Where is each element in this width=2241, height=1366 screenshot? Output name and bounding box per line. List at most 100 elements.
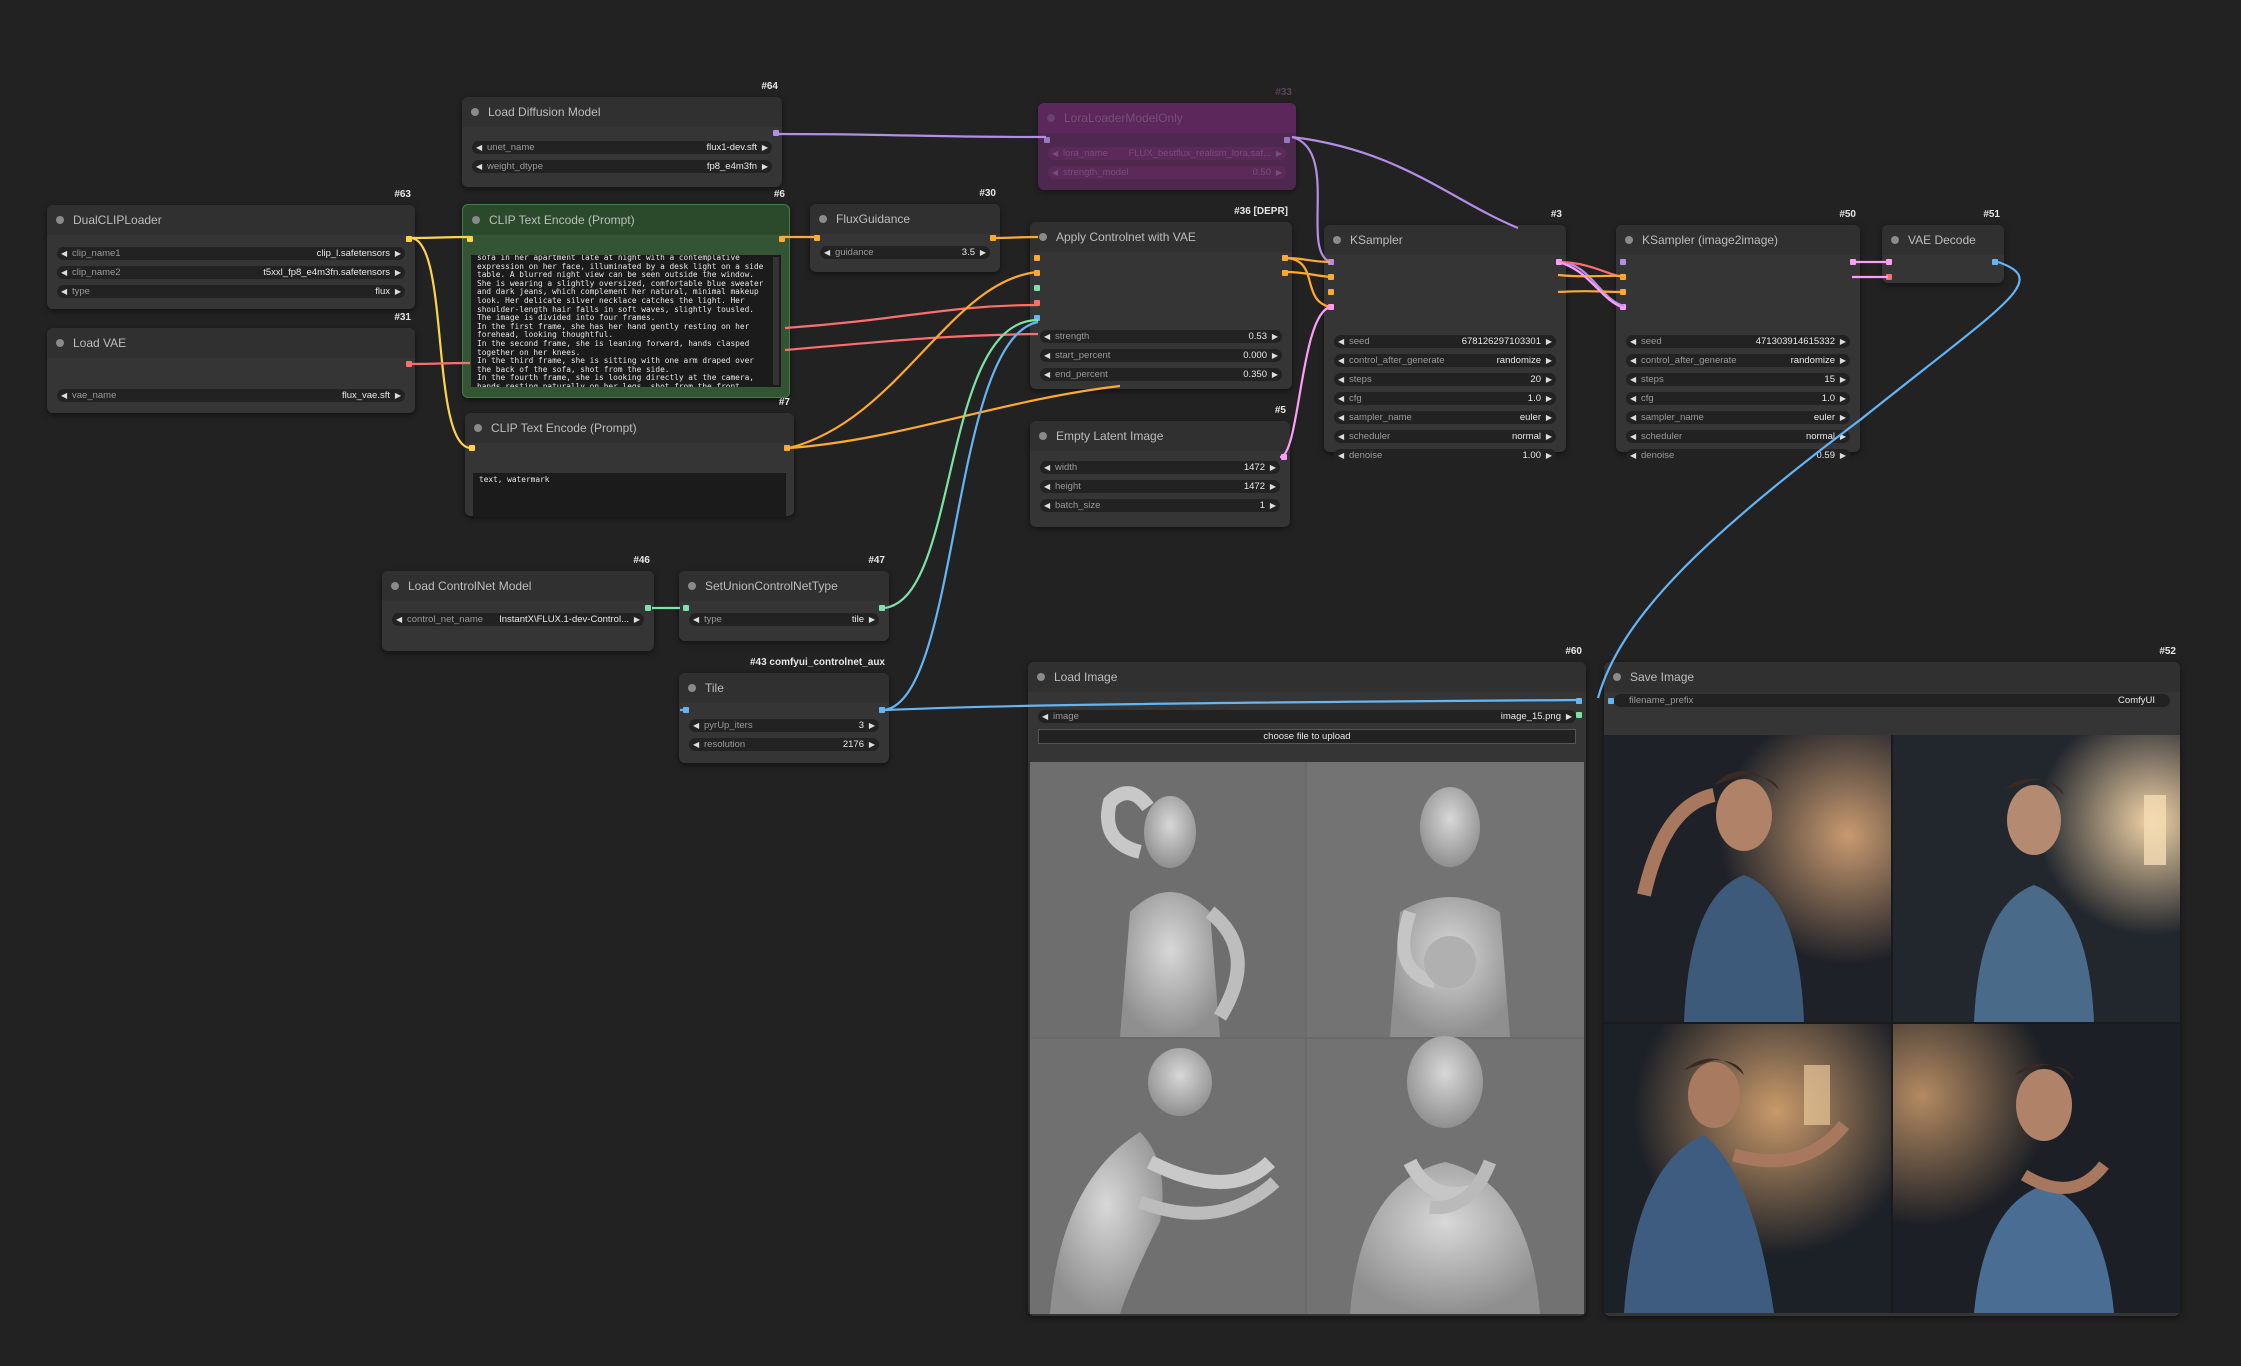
arrow-left-icon[interactable]: ◀ — [824, 246, 830, 259]
arrow-left-icon[interactable]: ◀ — [1042, 710, 1048, 723]
collapse-dot-icon[interactable] — [688, 582, 696, 590]
samples-input-port[interactable] — [1886, 259, 1892, 265]
arrow-right-icon[interactable]: ▶ — [762, 160, 768, 173]
widget-denoise[interactable]: ◀ denoise 0.59 ▶ — [1626, 449, 1850, 462]
widget-clip-name1[interactable]: ◀ clip_name1 clip_l.safetensors ▶ — [57, 247, 405, 260]
widget-steps[interactable]: ◀ steps 20 ▶ — [1334, 373, 1556, 386]
node-title[interactable]: Load Image — [1028, 662, 1586, 692]
collapse-dot-icon[interactable] — [474, 424, 482, 432]
controlnet-output-port[interactable] — [879, 605, 885, 611]
arrow-right-icon[interactable]: ▶ — [395, 285, 401, 298]
conditioning-input-port[interactable] — [814, 235, 820, 241]
node-empty-latent-image[interactable]: #5 Empty Latent Image ◀ width 1472 ▶ ◀ heigh… — [1030, 405, 1290, 527]
node-flux-guidance[interactable]: #30 FluxGuidance ◀ guidance 3.5 ▶ — [810, 188, 1000, 272]
latent-input-port[interactable] — [1328, 304, 1334, 310]
arrow-left-icon[interactable]: ◀ — [1338, 354, 1344, 367]
collapse-dot-icon[interactable] — [1039, 233, 1047, 241]
latent-input-port[interactable] — [1620, 304, 1626, 310]
node-load-diffusion-model[interactable]: #64 Load Diffusion Model ◀ unet_name flux1… — [462, 81, 782, 187]
image-output-port[interactable] — [1576, 698, 1582, 704]
arrow-right-icon[interactable]: ▶ — [1840, 392, 1846, 405]
node-title[interactable]: KSampler — [1324, 225, 1566, 255]
node-title[interactable]: Load ControlNet Model — [382, 571, 654, 601]
latent-output-port[interactable] — [1281, 454, 1287, 460]
node-title[interactable]: FluxGuidance — [810, 204, 1000, 234]
clip-input-port[interactable] — [467, 236, 473, 242]
node-title[interactable]: CLIP Text Encode (Prompt) — [465, 413, 794, 443]
node-set-union-controlnet-type[interactable]: #47 SetUnionControlNetType ◀ type tile ▶ — [679, 555, 889, 641]
widget-filename-prefix[interactable]: filename_prefix ComfyUI — [1614, 694, 2170, 707]
arrow-right-icon[interactable]: ▶ — [980, 246, 986, 259]
arrow-left-icon[interactable]: ◀ — [1630, 411, 1636, 424]
arrow-right-icon[interactable]: ▶ — [634, 613, 640, 626]
conditioning-output-port[interactable] — [779, 236, 785, 242]
widget-seed[interactable]: ◀ seed 471303914615332 ▶ — [1626, 335, 1850, 348]
collapse-dot-icon[interactable] — [1613, 673, 1621, 681]
positive-input-port[interactable] — [1328, 274, 1334, 280]
arrow-left-icon[interactable]: ◀ — [1630, 392, 1636, 405]
arrow-left-icon[interactable]: ◀ — [1630, 354, 1636, 367]
arrow-left-icon[interactable]: ◀ — [1044, 499, 1050, 512]
textarea-scrollbar[interactable] — [773, 257, 779, 385]
widget-lora-name[interactable]: ◀ lora_name FLUX_bestflux_realism_lora.saf… — [1048, 147, 1286, 160]
widget-type[interactable]: ◀ type flux ▶ — [57, 285, 405, 298]
negative-input-port[interactable] — [1328, 289, 1334, 295]
arrow-right-icon[interactable]: ▶ — [1270, 461, 1276, 474]
arrow-left-icon[interactable]: ◀ — [1338, 373, 1344, 386]
control-net-input-port[interactable] — [1034, 285, 1040, 291]
collapse-dot-icon[interactable] — [819, 215, 827, 223]
arrow-left-icon[interactable]: ◀ — [1630, 335, 1636, 348]
arrow-right-icon[interactable]: ▶ — [1276, 147, 1282, 160]
node-title[interactable]: VAE Decode — [1882, 225, 2004, 255]
arrow-right-icon[interactable]: ▶ — [1546, 392, 1552, 405]
widget-batch-size[interactable]: ◀ batch_size 1 ▶ — [1040, 499, 1280, 512]
node-apply-controlnet-vae[interactable]: #36 [DEPR] Apply Controlnet with VAE ◀ st… — [1030, 206, 1292, 389]
node-title[interactable]: Empty Latent Image — [1030, 421, 1290, 451]
collapse-dot-icon[interactable] — [1039, 432, 1047, 440]
node-save-image[interactable]: #52 Save Image filename_prefix ComfyUI — [1604, 646, 2180, 1316]
arrow-right-icon[interactable]: ▶ — [869, 738, 875, 751]
arrow-right-icon[interactable]: ▶ — [1840, 373, 1846, 386]
arrow-right-icon[interactable]: ▶ — [762, 141, 768, 154]
widget-sampler-name[interactable]: ◀ sampler_name euler ▶ — [1626, 411, 1850, 424]
widget-scheduler[interactable]: ◀ scheduler normal ▶ — [1334, 430, 1556, 443]
arrow-right-icon[interactable]: ▶ — [1546, 449, 1552, 462]
node-tile[interactable]: #43 comfyui_controlnet_aux Tile ◀ pyrUp_i… — [679, 657, 889, 763]
collapse-dot-icon[interactable] — [1625, 236, 1633, 244]
node-load-image[interactable]: #60 Load Image ◀ image image_15.png ▶ choos… — [1028, 646, 1586, 1316]
collapse-dot-icon[interactable] — [56, 216, 64, 224]
node-clip-text-encode-positive[interactable]: #6 CLIP Text Encode (Prompt) sofa in her… — [462, 189, 790, 398]
node-load-vae[interactable]: #31 Load VAE ◀ vae_name flux_vae.sft ▶ — [47, 312, 415, 413]
widget-image[interactable]: ◀ image image_15.png ▶ — [1038, 710, 1576, 723]
arrow-left-icon[interactable]: ◀ — [1338, 392, 1344, 405]
image-input-port[interactable] — [1034, 315, 1040, 321]
widget-seed[interactable]: ◀ seed 678126297103301 ▶ — [1334, 335, 1556, 348]
arrow-right-icon[interactable]: ▶ — [395, 266, 401, 279]
images-input-port[interactable] — [1608, 698, 1614, 704]
arrow-left-icon[interactable]: ◀ — [1338, 411, 1344, 424]
collapse-dot-icon[interactable] — [471, 108, 479, 116]
widget-steps[interactable]: ◀ steps 15 ▶ — [1626, 373, 1850, 386]
arrow-left-icon[interactable]: ◀ — [1044, 480, 1050, 493]
arrow-right-icon[interactable]: ▶ — [1546, 430, 1552, 443]
arrow-right-icon[interactable]: ▶ — [1546, 373, 1552, 386]
arrow-right-icon[interactable]: ▶ — [395, 247, 401, 260]
arrow-left-icon[interactable]: ◀ — [476, 160, 482, 173]
node-load-controlnet-model[interactable]: #46 Load ControlNet Model ◀ control_net_n… — [382, 555, 654, 651]
arrow-left-icon[interactable]: ◀ — [1338, 430, 1344, 443]
arrow-left-icon[interactable]: ◀ — [1044, 461, 1050, 474]
widget-denoise[interactable]: ◀ denoise 1.00 ▶ — [1334, 449, 1556, 462]
widget-vae-name[interactable]: ◀ vae_name flux_vae.sft ▶ — [57, 389, 405, 402]
arrow-left-icon[interactable]: ◀ — [1630, 430, 1636, 443]
arrow-left-icon[interactable]: ◀ — [693, 613, 699, 626]
arrow-right-icon[interactable]: ▶ — [1272, 368, 1278, 381]
widget-cfg[interactable]: ◀ cfg 1.0 ▶ — [1626, 392, 1850, 405]
arrow-right-icon[interactable]: ▶ — [1840, 411, 1846, 424]
mask-output-port[interactable] — [1576, 712, 1582, 718]
node-vae-decode[interactable]: #51 VAE Decode — [1882, 209, 2004, 283]
widget-sampler-name[interactable]: ◀ sampler_name euler ▶ — [1334, 411, 1556, 424]
arrow-right-icon[interactable]: ▶ — [1546, 411, 1552, 424]
controlnet-output-port[interactable] — [645, 605, 651, 611]
arrow-right-icon[interactable]: ▶ — [1276, 166, 1282, 179]
widget-control-net-name[interactable]: ◀ control_net_name InstantX\FLUX.1-dev-Con… — [392, 613, 644, 626]
